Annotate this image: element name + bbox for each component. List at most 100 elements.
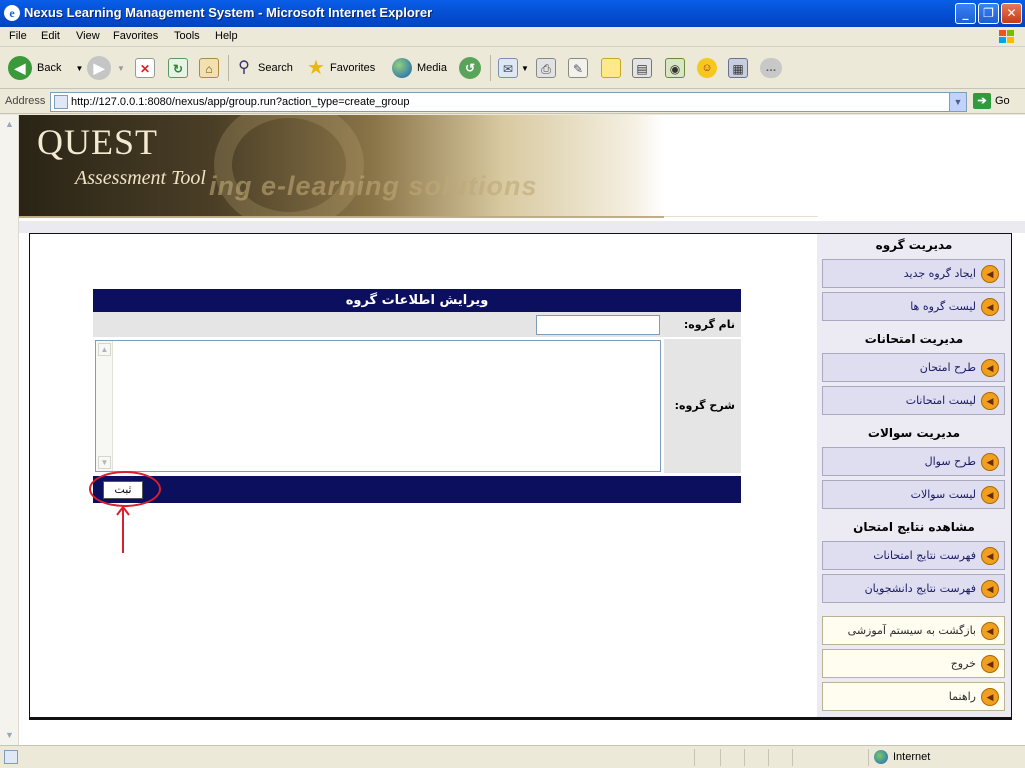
menu-item-student-results[interactable]: ◀ فهرست نتایج دانشجویان [822, 574, 1005, 603]
forward-button[interactable]: ▶ ▼ [87, 55, 125, 81]
edit-button[interactable]: ✎ [568, 55, 588, 81]
minimize-button[interactable]: _ [955, 3, 976, 24]
windows-logo-icon [999, 30, 1014, 43]
tools-button[interactable]: ▦ [728, 55, 748, 81]
go-button[interactable]: ➔ Go [973, 93, 1010, 109]
status-divider [720, 749, 721, 766]
group-name-input[interactable] [536, 315, 660, 335]
window-title-bar[interactable]: e Nexus Learning Management System - Mic… [0, 0, 1025, 27]
menu-help[interactable]: Help [215, 30, 238, 42]
smiley-icon: ☺ [697, 58, 717, 78]
toolbar-separator [490, 55, 491, 81]
stop-button[interactable]: ✕ [135, 55, 155, 81]
back-label: Back [37, 62, 62, 74]
menu-item-label: طرح سوال [924, 455, 976, 468]
favorites-button[interactable]: ★ Favorites [306, 55, 375, 81]
menu-item-exam-results[interactable]: ◀ فهرست نتایج امتحانات [822, 541, 1005, 570]
history-icon: ↺ [459, 57, 481, 79]
forward-dropdown-icon[interactable]: ▼ [117, 64, 125, 73]
menu-bar: File Edit View Favorites Tools Help [0, 27, 1025, 47]
status-divider [744, 749, 745, 766]
menu-item-help[interactable]: ◀ راهنما [822, 682, 1005, 711]
side-menu: مدیریت گروه ◀ ایجاد گروه جدید ◀ لیست گرو… [817, 234, 1011, 717]
menu-item-back-to-system[interactable]: ◀ بازگشت به سیستم آموزشی [822, 616, 1005, 645]
annotation-arrow-icon [116, 505, 130, 553]
mail-dropdown-icon[interactable]: ▼ [521, 64, 529, 73]
description-label-cell: شرح گروه: [664, 339, 741, 473]
search-button[interactable]: ⚲ Search [234, 55, 293, 81]
yahoo-button[interactable]: ☺ [697, 55, 717, 81]
scroll-up-icon[interactable]: ▲ [2, 117, 17, 132]
arrow-bullet-icon: ◀ [981, 298, 999, 316]
status-divider [694, 749, 695, 766]
menu-item-label: راهنما [948, 690, 976, 703]
security-zone[interactable]: Internet [874, 750, 930, 764]
status-divider [792, 749, 793, 766]
discuss-button[interactable] [601, 55, 621, 81]
address-dropdown-icon[interactable]: ▼ [949, 93, 966, 111]
vertical-scrollbar[interactable]: ▲ ▼ [0, 115, 19, 745]
menu-item-exam-list[interactable]: ◀ لیست امتحانات [822, 386, 1005, 415]
menu-item-label: فهرست نتایج دانشجویان [864, 582, 976, 595]
arrow-bullet-icon: ◀ [981, 392, 999, 410]
note-icon [601, 58, 621, 78]
menu-favorites[interactable]: Favorites [113, 30, 158, 42]
address-label: Address [5, 95, 46, 107]
form-heading: ویرایش اطلاعات گروه [93, 289, 741, 312]
banner-underline-extension [664, 216, 818, 217]
back-arrow-icon: ◀ [8, 56, 32, 80]
menu-item-label: ایجاد گروه جدید [903, 267, 976, 280]
address-input[interactable]: http://127.0.0.1:8080/nexus/app/group.ru… [50, 92, 967, 112]
section-exam-results: مشاهده نتایج امتحان [853, 520, 975, 534]
menu-item-design-exam[interactable]: ◀ طرح امتحان [822, 353, 1005, 382]
messenger-button[interactable]: ◉ [665, 55, 685, 81]
refresh-icon: ↻ [168, 58, 188, 78]
menu-item-label: طرح امتحان [919, 361, 976, 374]
back-dropdown-icon[interactable]: ▼ [75, 64, 83, 73]
section-exam-management: مدیریت امتحانات [864, 332, 964, 346]
menu-view[interactable]: View [76, 30, 100, 42]
address-url[interactable]: http://127.0.0.1:8080/nexus/app/group.ru… [71, 96, 410, 108]
research-button[interactable]: ▤ [632, 55, 652, 81]
menu-item-design-question[interactable]: ◀ طرح سوال [822, 447, 1005, 476]
chat-bubble-icon: … [760, 58, 782, 78]
group-name-row: نام گروه: [93, 312, 741, 338]
favorites-label: Favorites [330, 62, 376, 74]
arrow-bullet-icon: ◀ [981, 486, 999, 504]
arrow-bullet-icon: ◀ [981, 655, 999, 673]
mail-button[interactable]: ✉ ▼ [498, 55, 529, 81]
print-button[interactable]: ⎙ [536, 55, 556, 81]
textarea-scrollbar[interactable]: ▲ ▼ [96, 341, 113, 471]
banner-subtitle: Assessment Tool [75, 167, 206, 189]
section-question-management: مدیریت سوالات [867, 426, 961, 440]
menu-item-question-list[interactable]: ◀ لیست سوالات [822, 480, 1005, 509]
close-button[interactable]: ✕ [1001, 3, 1022, 24]
back-button[interactable]: ◀ Back ▼ [8, 55, 83, 81]
refresh-button[interactable]: ↻ [168, 55, 188, 81]
group-description-textarea[interactable]: ▲ ▼ [95, 340, 661, 472]
menu-item-logout[interactable]: ◀ خروج [822, 649, 1005, 678]
history-button[interactable]: ↺ [459, 55, 481, 81]
media-label: Media [417, 62, 447, 74]
scroll-down-icon[interactable]: ▼ [2, 728, 17, 743]
menu-item-group-list[interactable]: ◀ لیست گروه ها [822, 292, 1005, 321]
print-icon: ⎙ [536, 58, 556, 78]
banner-underline [19, 216, 664, 218]
menu-file[interactable]: File [9, 30, 27, 42]
maximize-button[interactable]: ❐ [978, 3, 999, 24]
menu-tools[interactable]: Tools [174, 30, 200, 42]
home-button[interactable]: ⌂ [199, 55, 219, 81]
go-label: Go [995, 95, 1010, 107]
media-button[interactable]: Media [392, 55, 447, 81]
stop-icon: ✕ [135, 58, 155, 78]
menu-edit[interactable]: Edit [41, 30, 60, 42]
menu-item-label: خروج [950, 657, 976, 670]
toolbar: ◀ Back ▼ ▶ ▼ ✕ ↻ ⌂ ⚲ Search ★ Favorites … [0, 47, 1025, 89]
menu-item-create-group[interactable]: ◀ ایجاد گروه جدید [822, 259, 1005, 288]
form-footer: ثبت [93, 476, 741, 503]
star-icon: ★ [307, 57, 325, 79]
textarea-scroll-down-icon[interactable]: ▼ [98, 456, 111, 469]
textarea-scroll-up-icon[interactable]: ▲ [98, 343, 111, 356]
menu-item-label: لیست گروه ها [910, 300, 976, 313]
chat-button[interactable]: … [760, 55, 782, 81]
